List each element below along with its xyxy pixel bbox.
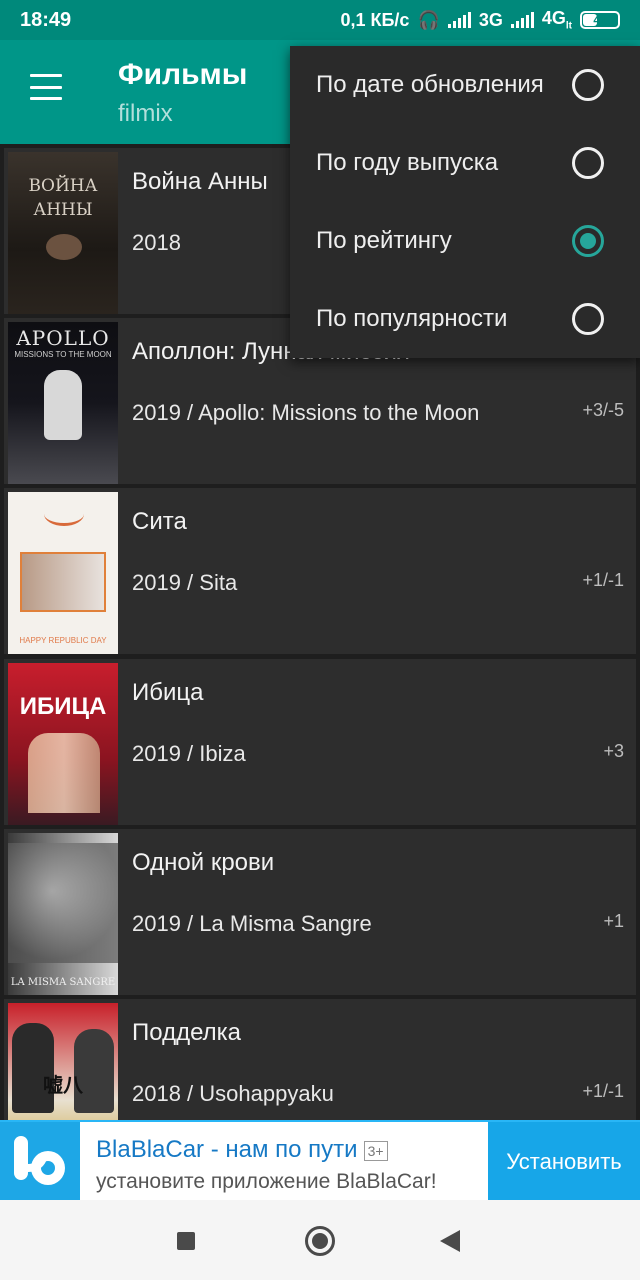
screen: 18:49 0,1 КБ/с 🎧 3G 4Glt 41 Фильмы filmi… xyxy=(0,0,640,1280)
signal-icon-2 xyxy=(510,12,534,28)
list-item[interactable]: HAPPY REPUBLIC DAY Сита 2019 / Sita +1/-… xyxy=(4,488,636,654)
sort-option-label: По году выпуска xyxy=(316,149,499,176)
movie-score: +3 xyxy=(603,741,624,761)
movie-score: +3/-5 xyxy=(582,400,624,420)
battery-icon: 41 xyxy=(580,11,620,29)
poster-text: HAPPY REPUBLIC DAY xyxy=(19,636,107,645)
age-rating-badge: 3+ xyxy=(363,1140,388,1161)
signal-icon xyxy=(447,12,471,28)
network-speed: 0,1 КБ/с xyxy=(340,9,410,30)
menu-icon[interactable] xyxy=(30,74,62,100)
ad-banner[interactable]: BlaBlaCar - нам по пути 3+ установите при… xyxy=(0,1120,640,1202)
movie-poster: ИБИЦА xyxy=(8,663,118,825)
movie-title: Война Анны xyxy=(132,168,268,195)
radio-icon[interactable] xyxy=(572,69,604,101)
movie-year: 2019 / Ibiza xyxy=(132,741,246,766)
movie-title: Одной крови xyxy=(132,849,275,876)
status-bar: 18:49 0,1 КБ/с 🎧 3G 4Glt 41 xyxy=(0,0,640,40)
list-item[interactable]: ИБИЦА Ибица 2019 / Ibiza +3 xyxy=(4,659,636,825)
poster-text: 嘘八 xyxy=(43,1073,83,1097)
sort-menu: По дате обновления По году выпуска По ре… xyxy=(290,46,640,358)
network-3g: 3G xyxy=(478,9,503,30)
sort-option-rating[interactable]: По рейтингу xyxy=(290,202,640,280)
poster-figure xyxy=(46,234,82,260)
poster-text: ВОЙНА АННЫ xyxy=(28,176,98,220)
page-title: Фильмы xyxy=(118,58,248,91)
movie-year: 2019 / Apollo: Missions to the Moon xyxy=(132,400,480,425)
battery-level: 41 xyxy=(593,13,607,27)
headphones-icon: 🎧 xyxy=(417,9,440,30)
movie-title: Подделка xyxy=(132,1019,242,1046)
list-item[interactable]: LA MISMA SANGRE Одной крови 2019 / La Mi… xyxy=(4,829,636,995)
system-nav-bar xyxy=(0,1200,640,1280)
movie-score: +1/-1 xyxy=(582,570,624,590)
sort-option-label: По дате обновления xyxy=(316,71,544,98)
sort-option-popularity[interactable]: По популярности xyxy=(290,280,640,358)
poster-face xyxy=(8,843,118,963)
network-4g: 4Glt xyxy=(541,8,572,32)
movie-score: +1 xyxy=(603,911,624,931)
radio-icon[interactable] xyxy=(572,147,604,179)
movie-score: +1/-1 xyxy=(582,1081,624,1101)
poster-logo xyxy=(44,502,84,526)
recents-icon[interactable] xyxy=(177,1232,195,1250)
back-icon[interactable] xyxy=(440,1230,460,1252)
movie-poster: HAPPY REPUBLIC DAY xyxy=(8,492,118,654)
movie-year: 2019 / Sita xyxy=(132,570,238,595)
ad-title-text: BlaBlaCar - нам по пути xyxy=(96,1136,358,1163)
ad-subtitle: установите приложение BlaBlaCar! xyxy=(96,1170,437,1193)
movie-year: 2019 / La Misma Sangre xyxy=(132,911,372,936)
poster-text: ИБИЦА xyxy=(19,693,107,720)
movie-year: 2018 / Usohappyaku xyxy=(132,1081,334,1106)
install-button[interactable]: Установить xyxy=(488,1122,640,1202)
page-subtitle: filmix xyxy=(118,100,173,127)
status-icons: 0,1 КБ/с 🎧 3G 4Glt 41 xyxy=(340,8,620,32)
movie-poster: LA MISMA SANGRE xyxy=(8,833,118,995)
sort-option-label: По рейтингу xyxy=(316,227,452,254)
status-time: 18:49 xyxy=(20,8,72,31)
radio-checked-icon[interactable] xyxy=(572,225,604,257)
movie-poster: APOLLO MISSIONS TO THE MOON xyxy=(8,322,118,484)
blablacar-logo-icon xyxy=(0,1122,80,1202)
sort-option-label: По популярности xyxy=(316,305,508,332)
blablacar-logo-shape xyxy=(14,1136,65,1185)
movie-year: 2018 xyxy=(132,230,181,255)
sort-option-year[interactable]: По году выпуска xyxy=(290,124,640,202)
poster-figure-left xyxy=(12,1023,54,1113)
poster-frame xyxy=(20,552,106,612)
poster-figure xyxy=(44,370,82,440)
home-icon[interactable] xyxy=(305,1226,335,1256)
movie-poster: ВОЙНА АННЫ xyxy=(8,152,118,314)
sort-option-update-date[interactable]: По дате обновления xyxy=(290,46,640,124)
poster-text: APOLLO xyxy=(16,326,110,350)
poster-figure xyxy=(28,733,100,813)
movie-title: Сита xyxy=(132,508,187,535)
ad-title[interactable]: BlaBlaCar - нам по пути 3+ xyxy=(96,1136,388,1164)
poster-subtext: MISSIONS TO THE MOON xyxy=(14,350,112,359)
movie-title: Ибица xyxy=(132,679,204,706)
radio-icon[interactable] xyxy=(572,303,604,335)
poster-text: LA MISMA SANGRE xyxy=(10,977,116,988)
